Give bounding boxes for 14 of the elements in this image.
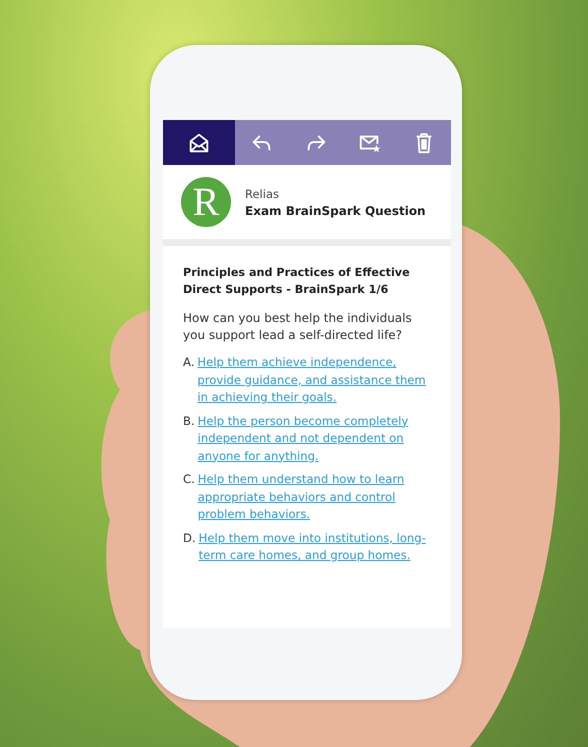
answer-link[interactable]: Help them understand how to learn appropriate behaviors and control problem behaviors.	[198, 471, 427, 524]
option-letter: C.	[183, 471, 195, 488]
question-text: How can you best help the individuals you support lead a self-directed life?	[183, 310, 413, 344]
option-letter: B.	[183, 412, 195, 430]
toolbar-button[interactable]	[163, 120, 235, 165]
answer-link[interactable]: Help the person become completely independent and not dependent on anyone for anything.	[198, 412, 427, 465]
option-letter: D.	[183, 530, 196, 546]
answer-link[interactable]: Help them achieve independence, provide guidance, and assistance them in achieving their goals.	[197, 354, 427, 406]
question-title: Principles and Practices of Effective Direct Supports - BrainSpark 1/6	[183, 265, 411, 298]
message-subject: Exam BrainSpark Question	[245, 204, 426, 218]
logo: R	[181, 177, 231, 227]
answer-link[interactable]: Help them move into institutions, long-term care homes, and group homes.	[198, 530, 427, 564]
option-letter: A.	[183, 354, 194, 371]
sender-name: Relias	[245, 186, 280, 200]
